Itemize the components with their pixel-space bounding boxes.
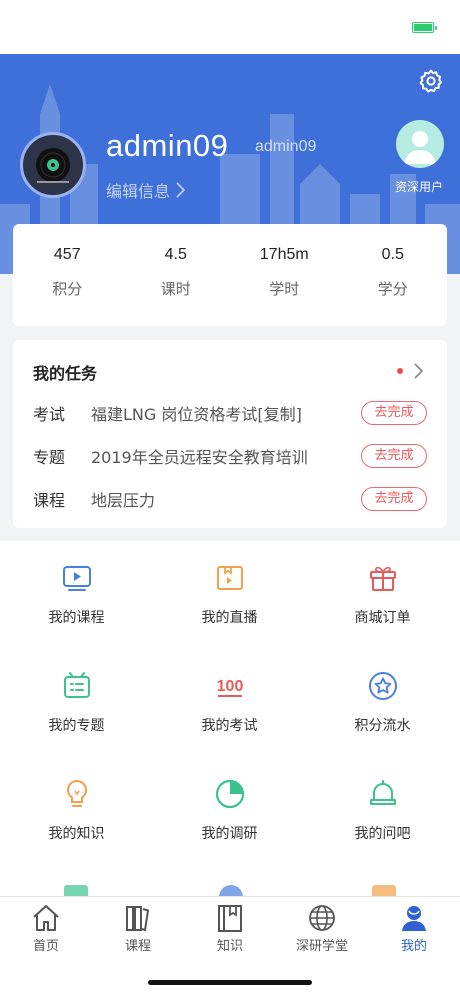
- stat-label: 课时: [160, 280, 191, 298]
- menu-my-exams[interactable]: 100 我的考试: [153, 649, 306, 757]
- status-bar: [0, 0, 460, 54]
- tab-label: 课程: [124, 939, 151, 954]
- battery-icon: [412, 22, 437, 33]
- stat-value: 17h5m: [259, 246, 309, 263]
- tab-home[interactable]: 首页: [0, 903, 92, 959]
- stat-value: 4.5: [164, 246, 187, 263]
- settings-gear-icon[interactable]: [418, 68, 444, 94]
- stats-card: 457 积分 4.5 课时 17h5m 学时 0.5 学分: [13, 224, 447, 326]
- feature-grid: 我的课程 我的直播 商城订单 我的专题 100 我的考试 积分流水 我的知识 我…: [0, 541, 460, 896]
- video-play-icon: [62, 566, 91, 591]
- books-icon: [126, 906, 150, 932]
- lightbulb-icon: [66, 779, 87, 807]
- tab-label: 深研学堂: [295, 939, 348, 954]
- tasks-title: 我的任务: [33, 364, 98, 383]
- svg-text:100: 100: [216, 678, 243, 695]
- stat-credits[interactable]: 0.5 学分: [339, 224, 448, 326]
- stat-value: 0.5: [381, 246, 404, 263]
- task-name: 地层压力: [91, 491, 156, 510]
- my-tasks-card: 我的任务 考试 福建LNG 岗位资格考试[复制] 去完成 专题 2019年全员远…: [13, 340, 447, 528]
- stat-label: 积分: [52, 280, 83, 298]
- globe-icon: [309, 905, 335, 931]
- menu-label: 积分流水: [354, 718, 411, 734]
- menu-label: 我的调研: [201, 826, 258, 842]
- menu-my-knowledge[interactable]: 我的知识: [0, 757, 153, 865]
- menu-label: 我的考试: [201, 718, 258, 734]
- stat-value: 457: [53, 246, 81, 263]
- complete-task-button[interactable]: 去完成: [361, 401, 427, 425]
- edit-info-label: 编辑信息: [106, 182, 171, 201]
- task-name: 福建LNG 岗位资格考试[复制]: [91, 405, 302, 424]
- task-type: 课程: [33, 491, 66, 510]
- task-row[interactable]: 课程 地层压力 去完成: [33, 486, 427, 512]
- task-type: 考试: [33, 405, 66, 424]
- tab-courses[interactable]: 课程: [92, 903, 184, 959]
- book-icon: [218, 905, 242, 932]
- menu-my-live[interactable]: 我的直播: [153, 541, 306, 649]
- menu-label: 我的直播: [201, 610, 258, 626]
- stat-study-hours[interactable]: 17h5m 学时: [230, 224, 339, 326]
- notification-dot: [397, 368, 403, 374]
- bell-icon: [369, 780, 396, 805]
- menu-my-courses[interactable]: 我的课程: [0, 541, 153, 649]
- avatar[interactable]: [20, 132, 86, 198]
- live-bookmark-icon: [216, 566, 243, 590]
- star-badge-icon: [368, 672, 397, 700]
- task-type: 专题: [33, 448, 66, 467]
- menu-shop-orders[interactable]: 商城订单: [306, 541, 459, 649]
- stat-lessons[interactable]: 4.5 课时: [122, 224, 231, 326]
- menu-label: 商城订单: [354, 610, 411, 626]
- vinyl-record-icon: [36, 148, 70, 183]
- menu-label: 我的课程: [48, 610, 105, 626]
- complete-task-button[interactable]: 去完成: [361, 444, 427, 468]
- menu-label: 我的知识: [48, 826, 105, 842]
- next-row-icon-peek: [219, 885, 243, 896]
- tab-research-academy[interactable]: 深研学堂: [276, 903, 368, 959]
- level-label: 资深用户: [394, 180, 443, 194]
- gift-box-icon: [369, 566, 396, 591]
- menu-points-history[interactable]: 积分流水: [306, 649, 459, 757]
- menu-label: 我的问吧: [354, 826, 411, 842]
- user-silhouette-icon: [404, 131, 436, 164]
- score-100-icon: 100: [216, 678, 243, 697]
- chevron-right-icon[interactable]: [413, 362, 425, 380]
- tab-knowledge[interactable]: 知识: [184, 903, 276, 959]
- pie-chart-icon: [215, 779, 244, 809]
- login-id: admin09: [255, 138, 317, 155]
- username: admin09: [106, 128, 229, 163]
- task-row[interactable]: 考试 福建LNG 岗位资格考试[复制] 去完成: [33, 400, 427, 426]
- menu-my-surveys[interactable]: 我的调研: [153, 757, 306, 865]
- stat-label: 学分: [377, 280, 408, 298]
- stat-label: 学时: [269, 280, 300, 298]
- home-indicator[interactable]: [148, 980, 312, 985]
- menu-my-topics[interactable]: 我的专题: [0, 649, 153, 757]
- chevron-right-icon: [176, 182, 186, 198]
- complete-task-button[interactable]: 去完成: [361, 487, 427, 511]
- menu-my-questions[interactable]: 我的问吧: [306, 757, 459, 865]
- level-avatar[interactable]: [396, 120, 444, 168]
- task-name: 2019年全员远程安全教育培训: [91, 448, 308, 467]
- next-row-icon-peek: [372, 885, 396, 896]
- topic-board-icon: [63, 672, 90, 698]
- next-row-icon-peek: [64, 885, 88, 896]
- home-icon: [33, 905, 59, 931]
- edit-info-link[interactable]: 编辑信息: [106, 178, 186, 202]
- tab-label: 首页: [32, 939, 59, 954]
- user-icon: [402, 906, 426, 931]
- task-row[interactable]: 专题 2019年全员远程安全教育培训 去完成: [33, 443, 427, 469]
- tab-label: 我的: [400, 939, 427, 954]
- menu-label: 我的专题: [48, 718, 105, 734]
- stat-points[interactable]: 457 积分: [13, 224, 122, 326]
- tab-label: 知识: [216, 939, 243, 954]
- tab-mine[interactable]: 我的: [368, 903, 460, 959]
